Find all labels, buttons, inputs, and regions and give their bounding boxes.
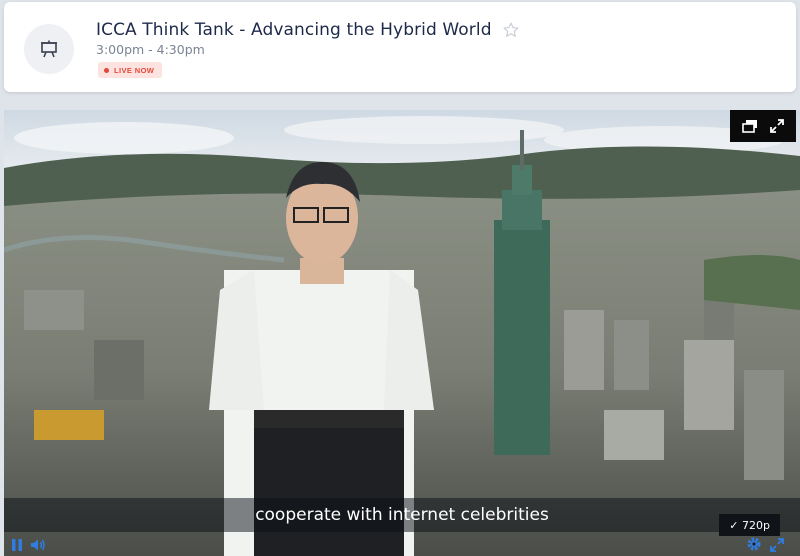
picture-in-picture-icon[interactable]: [742, 119, 758, 133]
volume-icon[interactable]: [30, 538, 46, 552]
player-top-controls: [730, 110, 796, 142]
live-label: LIVE NOW: [114, 65, 155, 75]
session-title: ICCA Think Tank - Advancing the Hybrid W…: [96, 20, 492, 40]
caption-bar: cooperate with internet celebrities: [4, 498, 800, 532]
session-time: 3:00pm - 4:30pm: [96, 42, 205, 57]
live-dot-icon: [104, 67, 109, 73]
video-player[interactable]: cooperate with internet celebrities ✓ 72…: [4, 110, 800, 556]
video-frame: [4, 110, 800, 556]
gear-icon[interactable]: [746, 536, 762, 552]
presentation-board-icon: [24, 24, 74, 74]
pause-icon[interactable]: [10, 538, 24, 552]
live-badge: LIVE NOW: [98, 62, 163, 78]
session-header-card: ICCA Think Tank - Advancing the Hybrid W…: [4, 2, 796, 92]
fullscreen-icon[interactable]: [770, 538, 784, 552]
caption-text: cooperate with internet celebrities: [255, 505, 549, 525]
expand-icon[interactable]: [770, 119, 784, 133]
star-outline-icon[interactable]: [502, 21, 520, 39]
player-control-bar: [4, 532, 800, 556]
